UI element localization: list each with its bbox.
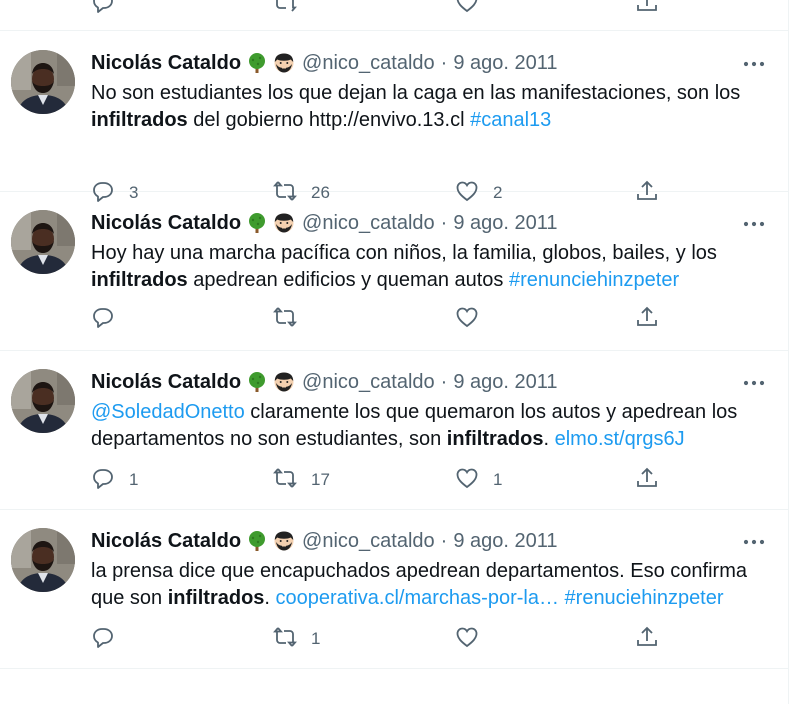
tweet-header: Nicolás Cataldo @nico_cataldo · 9 ago. 2… xyxy=(91,49,558,77)
tweet[interactable]: Nicolás Cataldo @nico_cataldo · 9 ago. 2… xyxy=(0,351,788,510)
bearded-face-emoji-icon xyxy=(273,371,295,393)
bearded-face-emoji-icon xyxy=(273,530,295,552)
tweet-header: Nicolás Cataldo @nico_cataldo · 9 ago. 2… xyxy=(91,209,558,237)
reply-count: 1 xyxy=(129,470,139,489)
retweet-icon xyxy=(273,625,297,654)
retweet-icon xyxy=(273,466,297,495)
tweet-text: @SoledadOnetto claramente los que quemar… xyxy=(91,399,771,453)
tweet-header: Nicolás Cataldo @nico_cataldo · 9 ago. 2… xyxy=(91,527,558,555)
reply-icon xyxy=(91,625,115,654)
tree-emoji-icon xyxy=(246,212,268,234)
reply-icon[interactable] xyxy=(91,0,115,14)
share-button[interactable] xyxy=(635,304,659,334)
retweet-button[interactable]: 1 xyxy=(273,624,320,654)
share-icon xyxy=(635,466,659,495)
avatar[interactable] xyxy=(11,50,75,114)
tweet[interactable]: Nicolás Cataldo @nico_cataldo · 9 ago. 2… xyxy=(0,192,788,351)
tree-emoji-icon xyxy=(246,530,268,552)
like-button[interactable] xyxy=(455,624,493,654)
reply-icon xyxy=(91,466,115,495)
tree-emoji-icon xyxy=(246,52,268,74)
tree-emoji-icon xyxy=(246,371,268,393)
reply-icon xyxy=(91,305,115,334)
author-name[interactable]: Nicolás Cataldo xyxy=(91,371,241,394)
tweet-date[interactable]: 9 ago. 2011 xyxy=(453,530,557,553)
text-segment: del gobierno http://envivo.13.cl xyxy=(187,109,471,131)
tweet-link[interactable]: #renunciehinzpeter xyxy=(509,269,679,291)
author-name[interactable]: Nicolás Cataldo xyxy=(91,52,241,75)
tweet-actions xyxy=(91,304,691,334)
separator-dot: · xyxy=(440,51,448,74)
share-button[interactable] xyxy=(635,465,659,495)
highlighted-term: infiltrados xyxy=(91,269,188,291)
like-button[interactable] xyxy=(455,304,493,334)
author-name[interactable]: Nicolás Cataldo xyxy=(91,530,241,553)
bearded-face-emoji-icon xyxy=(273,52,295,74)
avatar[interactable] xyxy=(11,369,75,433)
text-segment: . xyxy=(264,587,276,609)
tweet-link[interactable]: elmo.st/qrgs6J xyxy=(555,428,685,450)
tweet-date[interactable]: 9 ago. 2011 xyxy=(453,212,557,235)
reply-button[interactable] xyxy=(91,304,129,334)
tweet-link[interactable]: #canal13 xyxy=(470,109,551,131)
tweet-text: la prensa dice que encapuchados apedrean… xyxy=(91,558,771,612)
separator-dot: · xyxy=(440,529,448,552)
bearded-face-emoji-icon xyxy=(273,212,295,234)
like-icon xyxy=(455,625,479,654)
tweet-actions: 1 17 1 xyxy=(91,465,691,495)
previous-tweet-actions xyxy=(0,0,788,31)
tweet-link[interactable]: cooperativa.cl/marchas-por-la… xyxy=(276,587,559,609)
tweet-date[interactable]: 9 ago. 2011 xyxy=(453,52,557,75)
author-handle[interactable]: @nico_cataldo xyxy=(302,212,435,235)
retweet-button[interactable]: 17 xyxy=(273,465,330,495)
more-options-icon[interactable] xyxy=(740,532,768,552)
share-icon[interactable] xyxy=(635,0,659,14)
more-options-icon[interactable] xyxy=(740,373,768,393)
tweet-date[interactable]: 9 ago. 2011 xyxy=(453,371,557,394)
retweet-count: 1 xyxy=(311,629,321,648)
author-handle[interactable]: @nico_cataldo xyxy=(302,530,435,553)
author-handle[interactable]: @nico_cataldo xyxy=(302,52,435,75)
tweet-actions: 1 xyxy=(91,624,691,654)
separator-dot: · xyxy=(440,211,448,234)
highlighted-term: infiltrados xyxy=(91,109,188,131)
highlighted-term: infiltrados xyxy=(446,428,544,450)
share-icon xyxy=(635,625,659,654)
tweet-text: Hoy hay una marcha pacífica con niños, l… xyxy=(91,240,771,294)
highlighted-term: infiltrados xyxy=(167,587,265,609)
like-icon xyxy=(455,305,479,334)
retweet-icon[interactable] xyxy=(273,0,297,14)
avatar[interactable] xyxy=(11,210,75,274)
like-icon xyxy=(455,466,479,495)
text-segment: No son estudiantes los que dejan la caga… xyxy=(91,82,741,104)
hashtag-link[interactable]: #renuciehinzpeter xyxy=(565,587,724,609)
author-name[interactable]: Nicolás Cataldo xyxy=(91,212,241,235)
more-options-icon[interactable] xyxy=(740,54,768,74)
timeline-border xyxy=(788,0,789,704)
avatar[interactable] xyxy=(11,528,75,592)
tweet[interactable]: Nicolás Cataldo @nico_cataldo · 9 ago. 2… xyxy=(0,32,788,202)
text-segment: apedrean edificios y queman autos xyxy=(187,269,509,291)
text-segment: Hoy hay una marcha pacífica con niños, l… xyxy=(91,242,717,264)
author-handle[interactable]: @nico_cataldo xyxy=(302,371,435,394)
retweet-count: 17 xyxy=(311,470,330,489)
more-options-icon[interactable] xyxy=(740,214,768,234)
reply-button[interactable]: 1 xyxy=(91,465,138,495)
like-count: 1 xyxy=(493,470,503,489)
text-segment: . xyxy=(543,428,555,450)
like-button[interactable]: 1 xyxy=(455,465,502,495)
tweet[interactable]: Nicolás Cataldo @nico_cataldo · 9 ago. 2… xyxy=(0,510,788,669)
like-icon[interactable] xyxy=(455,0,479,14)
retweet-icon xyxy=(273,305,297,334)
retweet-button[interactable] xyxy=(273,304,311,334)
mention-link[interactable]: @SoledadOnetto xyxy=(91,401,245,423)
share-icon xyxy=(635,305,659,334)
reply-button[interactable] xyxy=(91,624,129,654)
tweet-header: Nicolás Cataldo @nico_cataldo · 9 ago. 2… xyxy=(91,368,558,396)
separator-dot: · xyxy=(440,370,448,393)
tweet-text: No son estudiantes los que dejan la caga… xyxy=(91,80,771,134)
share-button[interactable] xyxy=(635,624,659,654)
